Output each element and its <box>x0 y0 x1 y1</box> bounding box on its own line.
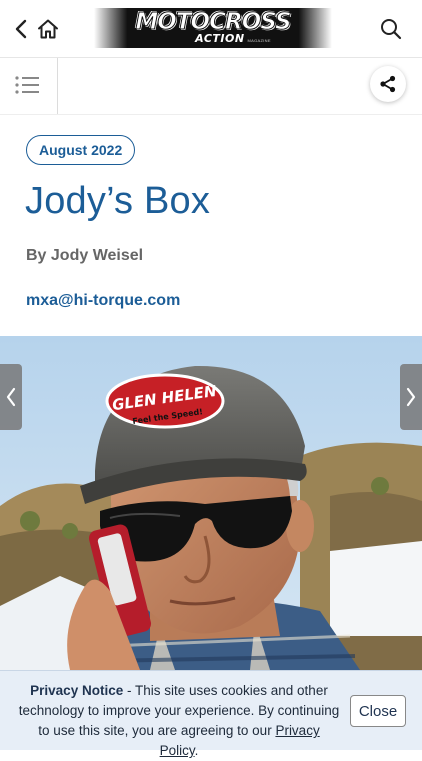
next-image-button[interactable] <box>400 364 422 430</box>
back-chevron-icon <box>15 19 27 39</box>
home-icon <box>38 19 58 39</box>
hero-image: GLEN HELEN Feel the Speed! <box>0 336 422 670</box>
search-button[interactable] <box>378 16 404 42</box>
logo-subtitle: ACTION <box>195 32 245 45</box>
toolbar-divider <box>57 58 58 114</box>
privacy-notice-end: . <box>194 743 199 758</box>
privacy-notice-text: Privacy Notice - This site uses cookies … <box>18 681 340 761</box>
logo-magazine: MAGAZINE <box>247 38 271 43</box>
share-button[interactable] <box>370 66 406 102</box>
home-button[interactable] <box>35 16 61 42</box>
top-bar: MOTOCROSS ACTION MAGAZINE <box>0 0 422 58</box>
logo-title: MOTOCROSS <box>135 9 292 35</box>
privacy-notice-banner: Privacy Notice - This site uses cookies … <box>0 670 422 758</box>
motocross-action-logo[interactable]: MOTOCROSS ACTION MAGAZINE <box>94 8 332 48</box>
privacy-notice-title: Privacy Notice <box>30 683 124 698</box>
privacy-close-button[interactable]: Close <box>350 695 406 727</box>
previous-image-button[interactable] <box>0 364 22 430</box>
article-author: By Jody Weisel <box>26 247 144 264</box>
article-toolbar <box>0 58 422 115</box>
share-icon <box>380 75 396 93</box>
chevron-right-icon <box>406 387 416 407</box>
article-title: Jody’s Box <box>25 180 211 222</box>
issue-date-badge[interactable]: August 2022 <box>26 135 136 165</box>
hero-photo: GLEN HELEN Feel the Speed! <box>0 336 422 670</box>
contents-menu-button[interactable] <box>12 72 42 98</box>
search-icon <box>381 19 402 40</box>
chevron-left-icon <box>6 387 16 407</box>
back-button[interactable] <box>10 16 32 42</box>
list-menu-icon <box>15 76 39 94</box>
author-email-link[interactable]: mxa@hi-torque.com <box>26 292 180 310</box>
